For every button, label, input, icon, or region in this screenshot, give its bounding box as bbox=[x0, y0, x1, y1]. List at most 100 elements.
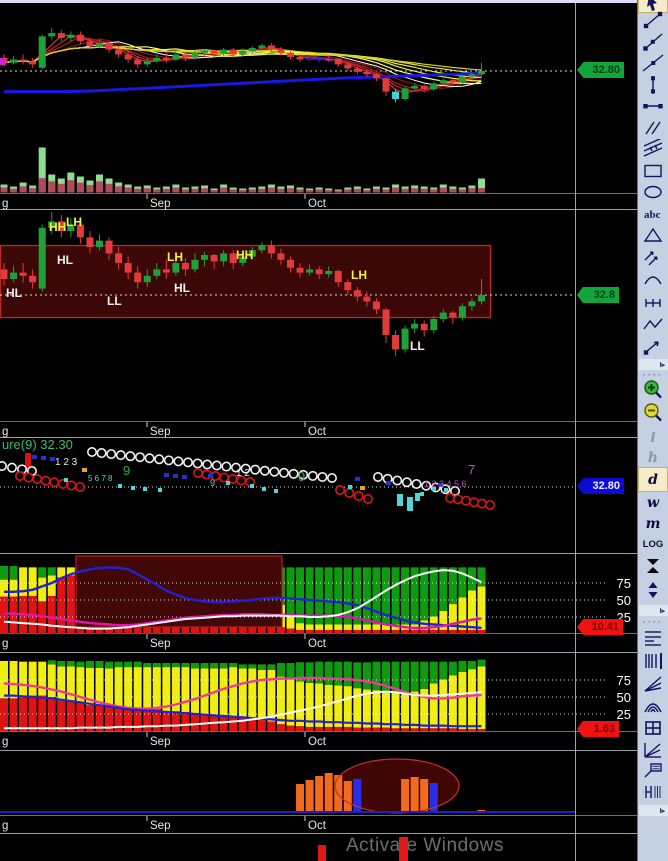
cycle-lines-tool[interactable] bbox=[639, 294, 667, 316]
x-axis-label: Sep bbox=[150, 736, 170, 748]
log-scale-button-label: LOG bbox=[642, 539, 664, 550]
sequence-count: 5 6 7 8 bbox=[88, 474, 113, 483]
x-axis-label: Oct bbox=[308, 820, 327, 832]
collapse-vertical-button[interactable] bbox=[639, 556, 667, 580]
fibtz-icon bbox=[642, 651, 664, 676]
timeframe-monthly[interactable]: m bbox=[639, 514, 667, 533]
grid-tool[interactable] bbox=[639, 719, 667, 741]
timeframe-hourly-label: h bbox=[647, 449, 659, 466]
swing-label-ll: LL bbox=[410, 339, 425, 353]
fib-timezones-tool[interactable] bbox=[639, 652, 667, 674]
regression-channel-tool[interactable] bbox=[639, 136, 667, 162]
oscillator-2: 75 50 25 bbox=[0, 659, 631, 731]
sequence-panel: ure(9) 32.30 1 2 3 9 5 6 7 8 1 2 9 9 1 2 3 4 5 … bbox=[0, 437, 575, 511]
charting-app-window: g Sep Oct g Sep Oct g Sep Oct g Sep Oct g Sep Oct HL HH L… bbox=[0, 0, 668, 861]
fib-extension-tool[interactable] bbox=[639, 248, 667, 270]
x-axis-label: Sep bbox=[150, 198, 170, 210]
top-border-strip bbox=[0, 0, 637, 3]
zoom-out-button[interactable] bbox=[639, 402, 667, 427]
x-axis-label: g bbox=[2, 736, 8, 748]
x-axis-label: Sep bbox=[150, 426, 170, 438]
sequence-count: 9 bbox=[210, 478, 215, 488]
red-artifact-bar bbox=[318, 845, 326, 861]
sequence-count: 7 bbox=[468, 462, 475, 477]
expand-panel-button-2[interactable]: I▸ bbox=[639, 605, 668, 616]
red-artifact-bar bbox=[399, 837, 408, 861]
timeframe-hourly[interactable]: h bbox=[639, 448, 667, 467]
timeframe-intraday-label: i bbox=[650, 429, 656, 446]
x-axis-label: g bbox=[2, 198, 8, 210]
extended-line-tool[interactable] bbox=[639, 53, 667, 76]
timeframe-weekly[interactable]: w bbox=[639, 493, 667, 512]
log-scale-button[interactable]: LOG bbox=[639, 536, 667, 553]
swing-label-hh: HH bbox=[236, 248, 253, 262]
horizontal-line-tool[interactable] bbox=[639, 97, 667, 119]
trendline-tool[interactable] bbox=[639, 11, 667, 33]
x-axis-label: Oct bbox=[308, 638, 327, 650]
timeframe-weekly-label: w bbox=[646, 494, 660, 511]
timeframe-monthly-label: m bbox=[645, 515, 661, 532]
x-axis-label: Sep bbox=[150, 820, 170, 832]
swing-label-hl: HL bbox=[6, 286, 22, 300]
timeframe-daily[interactable]: d bbox=[638, 467, 668, 492]
x-axis-label: g bbox=[2, 820, 8, 832]
y-axis-tick-label: 50 bbox=[617, 690, 631, 705]
arc-tool[interactable] bbox=[639, 270, 667, 292]
y-axis-tick-label: 75 bbox=[617, 673, 631, 688]
gann-fan-tool[interactable] bbox=[639, 675, 667, 697]
x-axis-label: Oct bbox=[308, 426, 327, 438]
trend-arrow-tool[interactable] bbox=[639, 337, 667, 359]
swing-label-hl: HL bbox=[174, 281, 190, 295]
x-axis-label: Oct bbox=[308, 198, 327, 210]
swing-label-lh: LH bbox=[167, 250, 183, 264]
zoomout-icon bbox=[642, 402, 664, 427]
cycle-h-tool[interactable] bbox=[639, 783, 667, 805]
fib-retracement-tool[interactable] bbox=[639, 629, 667, 651]
cycleh-icon bbox=[642, 782, 664, 807]
chart-plot-area[interactable]: g Sep Octg Sep Octg Sep Octg Sep Octg Sep OctHLHH L… bbox=[0, 0, 637, 861]
activate-windows-watermark: Activate Windows bbox=[346, 835, 504, 856]
signal-panel bbox=[0, 758, 575, 814]
swing-label-hl: HL bbox=[57, 253, 73, 267]
zoom-in-button[interactable] bbox=[639, 379, 667, 404]
value-tag-oscillator-1: 10.41 bbox=[577, 619, 623, 635]
separator-dots-2: ···· bbox=[643, 617, 663, 627]
value-tag-oscillator-2: 1.63 bbox=[577, 721, 619, 737]
fibretr-icon bbox=[642, 628, 664, 653]
x-axis-label: g bbox=[2, 638, 8, 650]
price-tag-main: 32.80 bbox=[577, 62, 624, 78]
triangle-tool[interactable] bbox=[639, 226, 667, 248]
timeframe-intraday[interactable]: i bbox=[639, 428, 667, 447]
sequence-count: 9 bbox=[298, 469, 305, 484]
arc-icon bbox=[642, 269, 664, 294]
zoomin-icon bbox=[642, 379, 664, 404]
arrow-icon bbox=[642, 336, 664, 361]
swing-label-lh: LH bbox=[66, 215, 82, 229]
fib-arcs-tool[interactable] bbox=[639, 697, 667, 719]
callout-tool[interactable] bbox=[639, 761, 667, 783]
price-ma-chart bbox=[0, 28, 575, 193]
sequence-count: 1 2 3 bbox=[55, 457, 78, 468]
y-axis-tick-label: 75 bbox=[617, 576, 631, 591]
sequence-count: 1 2 bbox=[236, 468, 250, 479]
indicator-label: ure(9) 32.30 bbox=[2, 437, 73, 452]
y-axis-tick-label: 50 bbox=[617, 593, 631, 608]
expand-panel-button-3[interactable]: I▸ bbox=[639, 805, 668, 816]
timeframe-daily-label: d bbox=[648, 471, 658, 488]
expv-icon bbox=[642, 580, 664, 605]
ellipse-tool[interactable] bbox=[639, 183, 667, 205]
drawing-toolbar: abc I▸ ···· i h d w m LOG I▸ ···· I▸ bbox=[637, 0, 668, 861]
swing-label-ll: LL bbox=[107, 294, 122, 308]
svg-text:abc: abc bbox=[644, 209, 661, 221]
expand-vertical-button[interactable] bbox=[639, 582, 667, 603]
sequence-count: 1 2 3 4 5 6 bbox=[424, 479, 467, 489]
oscillator-1: 755025 bbox=[0, 555, 631, 634]
swing-label-lh: LH bbox=[351, 268, 367, 282]
expand-panel-button[interactable]: I▸ bbox=[639, 359, 668, 370]
swing-chart: HLHH LHHLLLLHHLHHLHLL bbox=[0, 211, 575, 356]
y-axis-tick-label: 25 bbox=[617, 707, 631, 722]
collv-icon bbox=[642, 556, 664, 581]
price-tag-sequence: 32.80 bbox=[577, 478, 624, 494]
price-tag-swing: 32.8 bbox=[577, 287, 619, 303]
x-axis-label: Oct bbox=[308, 736, 327, 748]
